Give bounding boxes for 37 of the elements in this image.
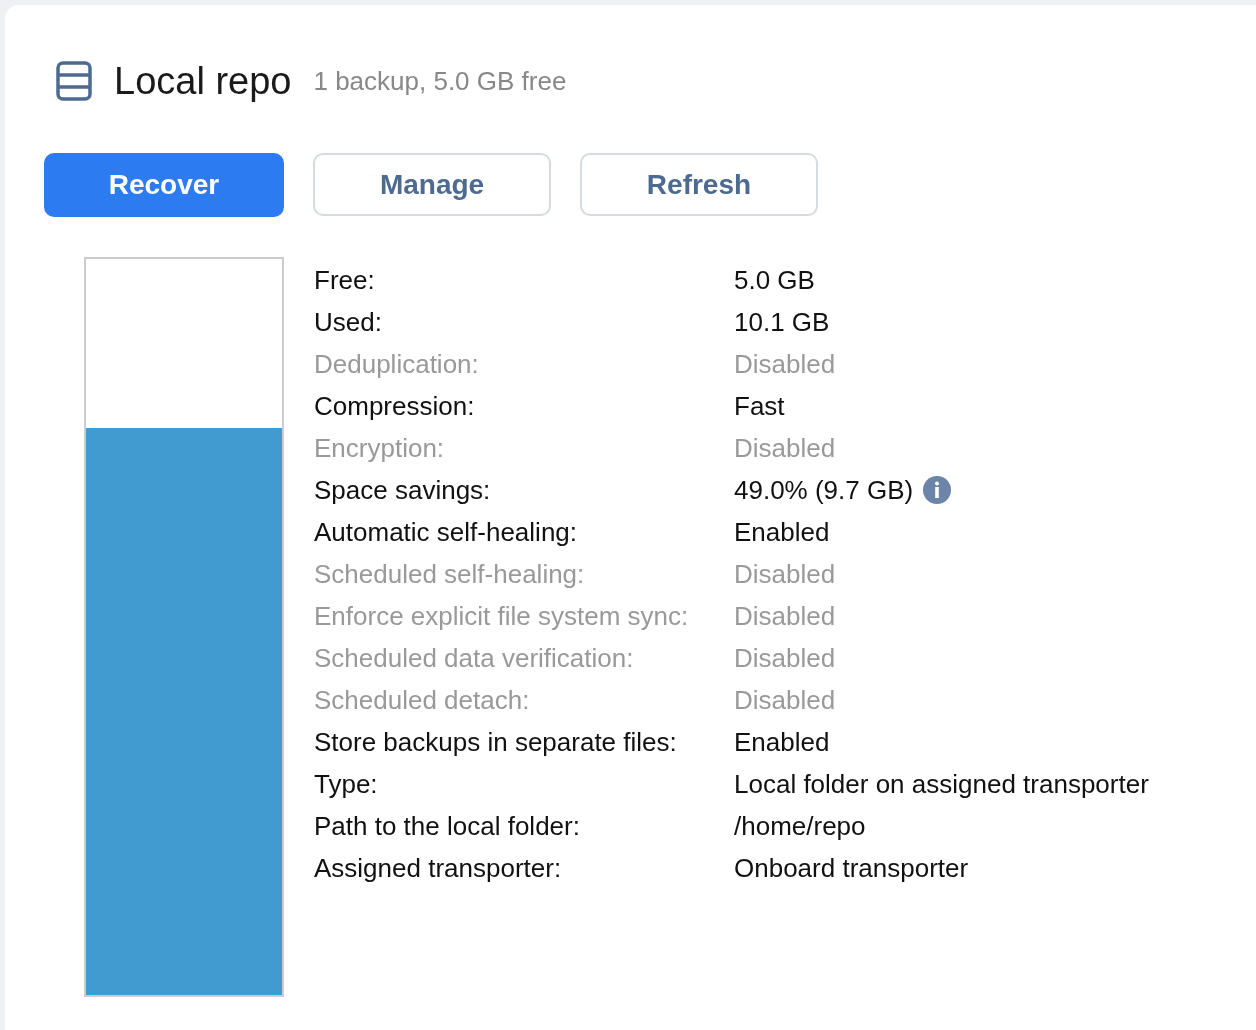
- property-label: Space savings:: [314, 473, 492, 507]
- property-value: Disabled: [734, 599, 836, 633]
- property-value: Local folder on assigned transporter: [734, 767, 1149, 801]
- property-value: /home/repo: [734, 809, 866, 843]
- property-label: Enforce explicit file system sync:: [314, 599, 690, 633]
- property-value: 49.0% (9.7 GB): [734, 473, 914, 507]
- property-value: Disabled: [734, 431, 836, 465]
- property-label: Path to the local folder:: [314, 809, 581, 843]
- property-label: Scheduled detach:: [314, 683, 531, 717]
- property-label: Assigned transporter:: [314, 851, 563, 885]
- property-value: Enabled: [734, 515, 830, 549]
- property-label: Used:: [314, 305, 383, 339]
- property-value: Disabled: [734, 557, 836, 591]
- property-value: Disabled: [734, 347, 836, 381]
- property-value: 10.1 GB: [734, 305, 830, 339]
- property-value: Disabled: [734, 641, 836, 675]
- repo-title: Local repo: [114, 58, 292, 104]
- info-icon[interactable]: [923, 476, 952, 504]
- property-value: Onboard transporter: [734, 851, 969, 885]
- repo-summary: 1 backup, 5.0 GB free: [313, 64, 567, 98]
- property-label: Compression:: [314, 389, 476, 423]
- property-value: Enabled: [734, 725, 830, 759]
- property-label: Scheduled self-healing:: [314, 557, 586, 591]
- property-label: Scheduled data verification:: [314, 641, 635, 675]
- property-label: Automatic self-healing:: [314, 515, 579, 549]
- property-value: Fast: [734, 389, 785, 423]
- action-button[interactable]: Refresh: [580, 153, 818, 216]
- property-label: Encryption:: [314, 431, 446, 465]
- property-value: 5.0 GB: [734, 263, 815, 297]
- property-label: Type:: [314, 767, 379, 801]
- action-button[interactable]: Manage: [313, 153, 551, 216]
- action-button[interactable]: Recover: [44, 153, 284, 217]
- storage-icon: [56, 61, 92, 101]
- property-label: Deduplication:: [314, 347, 480, 381]
- property-value: Disabled: [734, 683, 836, 717]
- property-label: Free:: [314, 263, 376, 297]
- property-label: Store backups in separate files:: [314, 725, 678, 759]
